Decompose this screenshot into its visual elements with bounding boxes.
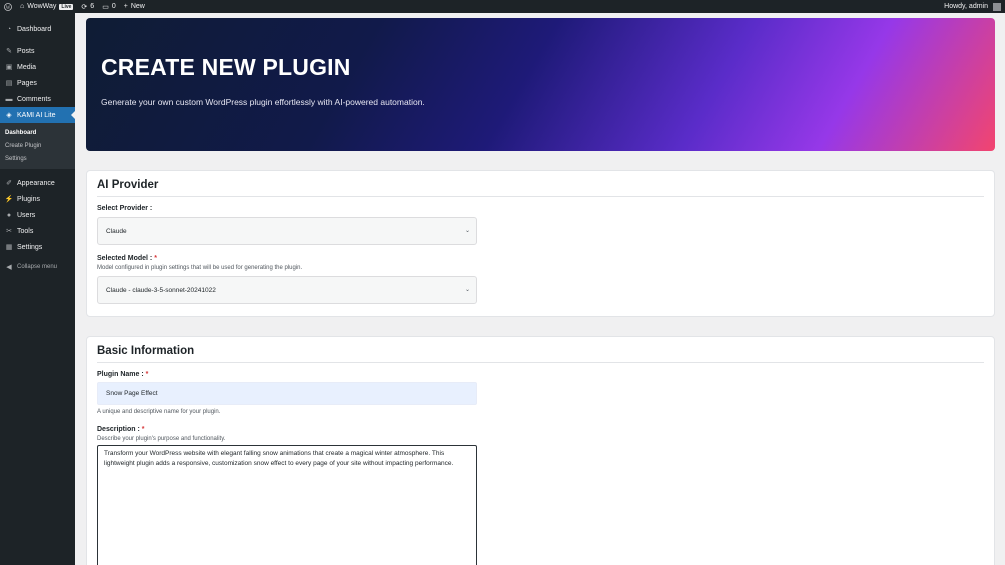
settings-icon: ▦ xyxy=(5,244,13,251)
plugin-name-help: A unique and descriptive name for your p… xyxy=(97,409,221,415)
sidebar-item-pages[interactable]: ▤ Pages xyxy=(0,75,75,91)
page-title: CREATE NEW PLUGIN xyxy=(101,54,351,80)
pin-icon: ✎ xyxy=(6,48,12,55)
avatar xyxy=(993,2,1001,11)
sidebar-item-comments[interactable]: ▬ Comments xyxy=(0,91,75,107)
new-content-link[interactable]: + New xyxy=(120,0,149,13)
sidebar-item-posts[interactable]: ✎ Posts xyxy=(0,43,75,59)
admin-sidebar: ◔ Dashboard ✎ Posts ▣ Media ▤ Pages ▬ Co… xyxy=(0,13,75,565)
wordpress-logo-icon[interactable]: W xyxy=(0,0,16,13)
chevron-down-icon: ⌄ xyxy=(464,228,470,234)
plugin-name-label: Plugin Name : * xyxy=(97,371,149,378)
description-help: Describe your plugin's purpose and funct… xyxy=(97,436,226,442)
plugin-name-input[interactable]: Snow Page Effect xyxy=(97,382,477,405)
shield-icon: ◈ xyxy=(6,112,12,119)
brush-icon: ✐ xyxy=(6,180,12,187)
wrench-icon: ✂ xyxy=(6,228,12,235)
updates-link[interactable]: ⟳ 6 xyxy=(77,0,98,13)
comment-icon: ▭ xyxy=(102,3,109,11)
chevron-down-icon: ⌄ xyxy=(464,287,470,293)
account-menu[interactable]: Howdy, admin xyxy=(940,0,1005,13)
model-label: Selected Model : * xyxy=(97,255,157,262)
home-icon: ⌂ xyxy=(20,3,25,10)
description-label: Description : * xyxy=(97,426,145,433)
sidebar-item-settings[interactable]: ▦ Settings xyxy=(0,239,75,255)
submenu-item-create-plugin[interactable]: Create Plugin xyxy=(0,139,75,152)
user-icon: ● xyxy=(6,211,12,219)
provider-select[interactable]: Claude ⌄ xyxy=(97,217,477,245)
model-select[interactable]: Claude - claude-3-5-sonnet-20241022 ⌄ xyxy=(97,276,477,304)
plug-icon: ⚡ xyxy=(4,196,14,203)
provider-label: Select Provider : xyxy=(97,205,153,212)
description-textarea[interactable]: Transform your WordPress website with el… xyxy=(97,445,477,565)
comments-link[interactable]: ▭ 0 xyxy=(98,0,120,13)
basic-information-card: Basic Information Plugin Name : * Snow P… xyxy=(86,336,995,565)
sidebar-item-media[interactable]: ▣ Media xyxy=(0,59,75,75)
ai-provider-heading: AI Provider xyxy=(97,179,984,197)
media-icon: ▣ xyxy=(5,64,13,71)
model-help-text: Model configured in plugin settings that… xyxy=(97,265,303,271)
site-name-link[interactable]: ⌂ WowWay Live xyxy=(16,0,77,13)
sidebar-item-appearance[interactable]: ✐ Appearance xyxy=(0,175,75,191)
kami-submenu: Dashboard Create Plugin Settings xyxy=(0,123,75,169)
sidebar-item-tools[interactable]: ✂ Tools xyxy=(0,223,75,239)
svg-text:W: W xyxy=(6,5,11,10)
plus-icon: + xyxy=(123,3,128,10)
basic-information-heading: Basic Information xyxy=(97,345,984,363)
page-subtitle: Generate your own custom WordPress plugi… xyxy=(101,97,425,107)
ai-provider-card: AI Provider Select Provider : Claude ⌄ S… xyxy=(86,170,995,317)
sidebar-item-dashboard[interactable]: ◔ Dashboard xyxy=(0,21,75,37)
pages-icon: ▤ xyxy=(5,80,13,87)
updates-icon: ⟳ xyxy=(81,3,88,11)
dashboard-icon: ◔ xyxy=(6,25,12,33)
submenu-item-settings[interactable]: Settings xyxy=(0,152,75,165)
collapse-icon: ◀ xyxy=(6,264,12,271)
submenu-item-dashboard[interactable]: Dashboard xyxy=(0,126,75,139)
hero-banner: CREATE NEW PLUGIN Generate your own cust… xyxy=(86,18,995,151)
admin-bar: W ⌂ WowWay Live ⟳ 6 ▭ 0 + New Howdy, adm… xyxy=(0,0,1005,13)
live-badge: Live xyxy=(59,3,74,10)
sidebar-item-users[interactable]: ● Users xyxy=(0,207,75,223)
sidebar-item-plugins[interactable]: ⚡ Plugins xyxy=(0,191,75,207)
sidebar-item-kami-ai-lite[interactable]: ◈ KAMI AI Lite xyxy=(0,107,75,123)
comment-icon: ▬ xyxy=(5,95,13,103)
collapse-menu-button[interactable]: ◀ Collapse menu xyxy=(0,259,75,275)
